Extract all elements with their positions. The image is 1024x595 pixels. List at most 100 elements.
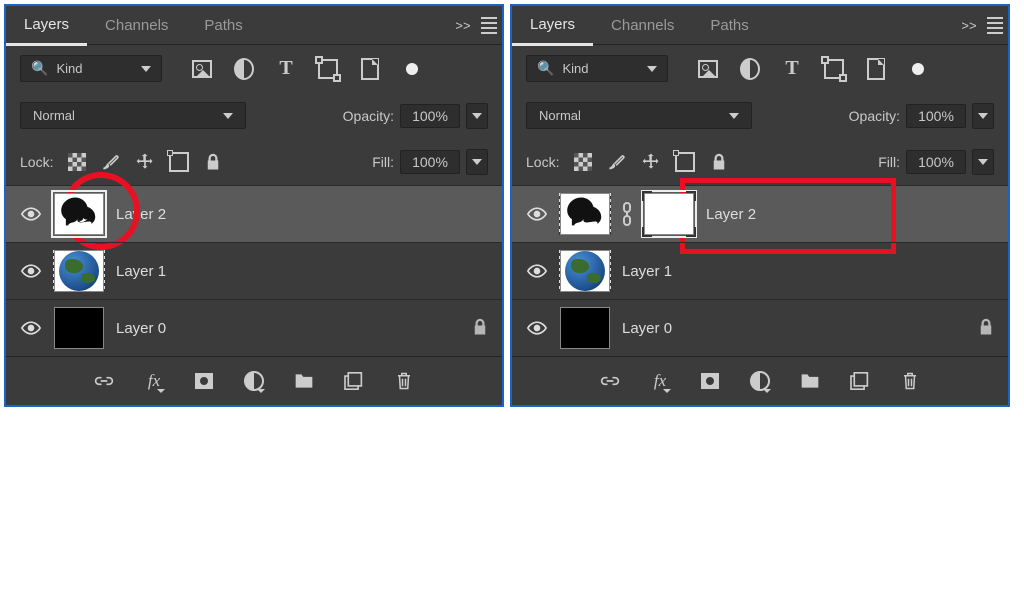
filter-pixel-icon[interactable] <box>192 59 212 79</box>
layer-thumbnail[interactable] <box>54 250 104 292</box>
visibility-toggle[interactable] <box>526 321 548 335</box>
link-layers-icon[interactable] <box>599 371 621 391</box>
lock-transparency-icon[interactable] <box>573 152 593 172</box>
mask-link-icon[interactable] <box>622 202 632 226</box>
layer-thumbnail[interactable] <box>560 193 610 235</box>
visibility-toggle[interactable] <box>20 264 42 278</box>
lock-icon <box>978 318 994 339</box>
adjustment-layer-icon[interactable] <box>243 371 265 391</box>
layer-row[interactable]: Layer 2 <box>6 185 502 242</box>
panel-menu-icon[interactable] <box>476 17 502 34</box>
fill-dropdown[interactable] <box>972 149 994 175</box>
adjustment-layer-icon[interactable] <box>749 371 771 391</box>
tab-paths[interactable]: Paths <box>186 6 260 44</box>
filter-type-icon[interactable]: T <box>276 59 296 79</box>
layer-actions-bar: fx <box>6 356 502 405</box>
blend-mode-value: Normal <box>33 108 75 123</box>
filter-toggle-dot[interactable] <box>908 59 928 79</box>
lock-position-icon[interactable] <box>641 152 661 172</box>
blend-mode-value: Normal <box>539 108 581 123</box>
chevron-down-icon <box>141 66 151 72</box>
filter-type-icon[interactable]: T <box>782 59 802 79</box>
layer-row[interactable]: Layer 0 <box>6 299 502 356</box>
layer-thumbnail[interactable] <box>560 250 610 292</box>
add-mask-icon[interactable] <box>699 371 721 391</box>
layer-name[interactable]: Layer 0 <box>116 320 166 337</box>
filter-toggle-dot[interactable] <box>402 59 422 79</box>
tab-layers[interactable]: Layers <box>512 5 593 46</box>
tab-channels[interactable]: Channels <box>87 6 186 44</box>
visibility-toggle[interactable] <box>20 207 42 221</box>
layer-name[interactable]: Layer 1 <box>622 263 672 280</box>
tab-paths[interactable]: Paths <box>692 6 766 44</box>
opacity-dropdown[interactable] <box>466 103 488 129</box>
opacity-label: Opacity: <box>849 108 900 124</box>
visibility-toggle[interactable] <box>526 264 548 278</box>
filter-smart-icon[interactable] <box>360 59 380 79</box>
layer-row[interactable]: Layer 1 <box>6 242 502 299</box>
layer-row[interactable]: Layer 0 <box>512 299 1008 356</box>
layer-actions-bar: fx <box>512 356 1008 405</box>
layer-list: Layer 2 Layer 1 Layer 0 <box>512 185 1008 356</box>
filter-shape-icon[interactable] <box>318 59 338 79</box>
filter-shape-icon[interactable] <box>824 59 844 79</box>
tab-channels[interactable]: Channels <box>593 6 692 44</box>
lock-position-icon[interactable] <box>135 152 155 172</box>
lock-all-icon[interactable] <box>203 152 223 172</box>
layer-thumbnail[interactable] <box>560 307 610 349</box>
filter-kind-label: Kind <box>562 61 588 76</box>
layer-mask-thumbnail[interactable] <box>644 193 694 235</box>
filter-type-select[interactable]: 🔍 Kind <box>526 55 668 82</box>
chevron-down-icon <box>647 66 657 72</box>
layer-name[interactable]: Layer 0 <box>622 320 672 337</box>
new-layer-icon[interactable] <box>849 371 871 391</box>
lock-artboard-icon[interactable] <box>675 152 695 172</box>
filter-pixel-icon[interactable] <box>698 59 718 79</box>
layer-thumbnail[interactable] <box>54 193 104 235</box>
layer-name[interactable]: Layer 2 <box>706 206 756 223</box>
visibility-toggle[interactable] <box>20 321 42 335</box>
fill-value[interactable]: 100% <box>906 150 966 174</box>
new-layer-icon[interactable] <box>343 371 365 391</box>
filter-smart-icon[interactable] <box>866 59 886 79</box>
layer-row[interactable]: Layer 2 <box>512 185 1008 242</box>
layer-row[interactable]: Layer 1 <box>512 242 1008 299</box>
blend-mode-select[interactable]: Normal <box>20 102 246 129</box>
filter-adjustment-icon[interactable] <box>234 59 254 79</box>
opacity-label: Opacity: <box>343 108 394 124</box>
visibility-toggle[interactable] <box>526 207 548 221</box>
fill-value[interactable]: 100% <box>400 150 460 174</box>
filter-row: 🔍 Kind T <box>6 45 502 92</box>
fill-label: Fill: <box>372 154 394 170</box>
lock-pixels-icon[interactable] <box>101 152 121 172</box>
collapse-button[interactable]: >> <box>956 18 982 33</box>
link-layers-icon[interactable] <box>93 371 115 391</box>
opacity-value[interactable]: 100% <box>906 104 966 128</box>
layer-name[interactable]: Layer 2 <box>116 206 166 223</box>
layer-effects-icon[interactable]: fx <box>649 371 671 391</box>
filter-adjustment-icon[interactable] <box>740 59 760 79</box>
layer-effects-icon[interactable]: fx <box>143 371 165 391</box>
opacity-value[interactable]: 100% <box>400 104 460 128</box>
tab-layers[interactable]: Layers <box>6 5 87 46</box>
lock-artboard-icon[interactable] <box>169 152 189 172</box>
fill-dropdown[interactable] <box>466 149 488 175</box>
layers-panel-right: Layers Channels Paths >> 🔍 Kind T <box>510 4 1010 407</box>
lock-transparency-icon[interactable] <box>67 152 87 172</box>
lock-pixels-icon[interactable] <box>607 152 627 172</box>
layer-thumbnail[interactable] <box>54 307 104 349</box>
lock-label: Lock: <box>526 154 559 170</box>
lock-all-icon[interactable] <box>709 152 729 172</box>
collapse-button[interactable]: >> <box>450 18 476 33</box>
blend-mode-select[interactable]: Normal <box>526 102 752 129</box>
new-group-icon[interactable] <box>799 371 821 391</box>
layer-name[interactable]: Layer 1 <box>116 263 166 280</box>
new-group-icon[interactable] <box>293 371 315 391</box>
delete-layer-icon[interactable] <box>393 371 415 391</box>
fill-label: Fill: <box>878 154 900 170</box>
delete-layer-icon[interactable] <box>899 371 921 391</box>
filter-type-select[interactable]: 🔍 Kind <box>20 55 162 82</box>
add-mask-icon[interactable] <box>193 371 215 391</box>
opacity-dropdown[interactable] <box>972 103 994 129</box>
panel-menu-icon[interactable] <box>982 17 1008 34</box>
